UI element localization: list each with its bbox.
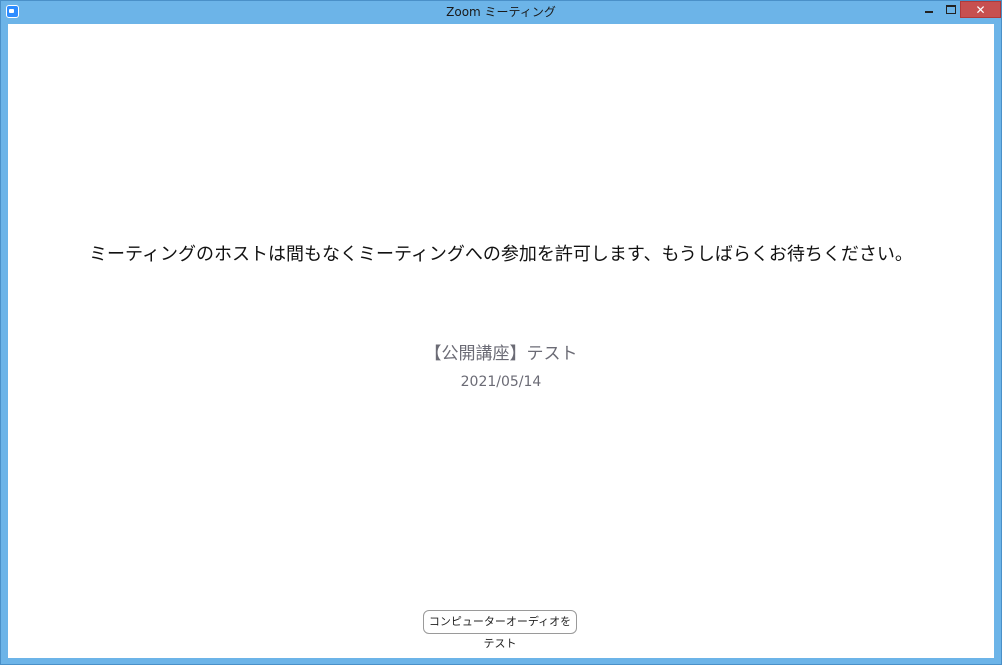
minimize-button[interactable]	[916, 1, 942, 17]
maximize-icon	[946, 4, 956, 14]
meeting-date: 2021/05/14	[460, 374, 542, 390]
waiting-message: ミーティングのホストは間もなくミーティングへの参加を許可します、もうしばらくお待…	[89, 244, 913, 265]
zoom-window: Zoom ミーティング ✕ ミーティングのホストは間もなくミーティングへの参加を…	[0, 0, 1002, 665]
close-button[interactable]: ✕	[960, 1, 1001, 18]
title-bar[interactable]: Zoom ミーティング ✕	[1, 1, 1001, 23]
test-computer-audio-button[interactable]: コンピューターオーディオをテスト	[423, 610, 577, 650]
window-title: Zoom ミーティング	[446, 5, 556, 19]
maximize-button[interactable]	[942, 1, 960, 17]
minimize-icon	[925, 11, 933, 13]
meeting-title: 【公開講座】テスト	[424, 344, 578, 364]
waiting-room-content: ミーティングのホストは間もなくミーティングへの参加を許可します、もうしばらくお待…	[8, 24, 994, 658]
close-icon: ✕	[975, 2, 986, 17]
